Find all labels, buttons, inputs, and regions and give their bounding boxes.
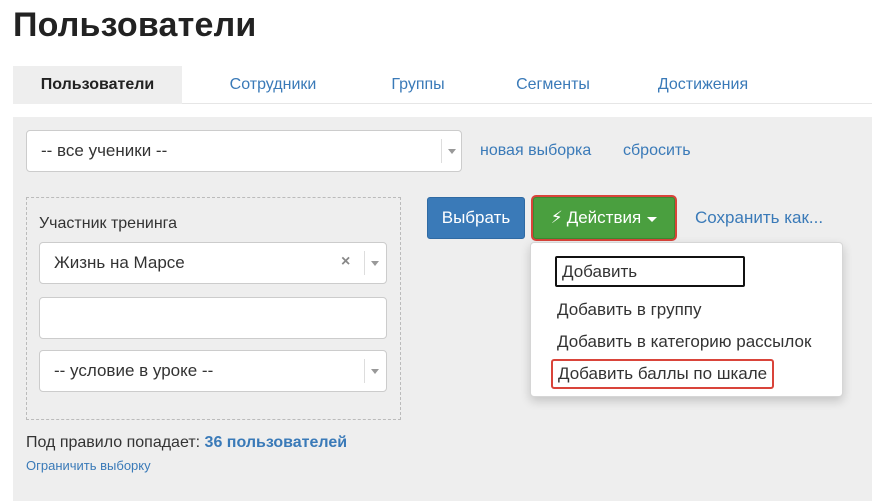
tab-bar: Пользователи Сотрудники Группы Сегменты … [13, 66, 872, 104]
menu-item-add-score-points[interactable]: Добавить баллы по шкале [551, 359, 775, 389]
chevron-down-icon [371, 261, 379, 266]
condition-select-value: -- условие в уроке -- [54, 361, 214, 380]
rule-match-count: 36 пользователей [204, 434, 348, 451]
condition-select[interactable]: -- условие в уроке -- [39, 350, 387, 392]
select-button[interactable]: Выбрать [427, 197, 525, 239]
chevron-down-icon [647, 216, 658, 222]
reset-link[interactable]: сбросить [623, 142, 691, 160]
tab-achievements[interactable]: Достижения [623, 66, 783, 104]
menu-item-add[interactable]: Добавить [555, 256, 745, 287]
tab-users[interactable]: Пользователи [13, 66, 182, 104]
rule-match-prefix: Под правило попадает: [26, 434, 201, 451]
audience-select-value: -- все ученики -- [41, 141, 168, 160]
clear-icon[interactable]: × [341, 253, 350, 271]
tab-staff[interactable]: Сотрудники [183, 66, 363, 104]
training-select-value: Жизнь на Марсе [54, 253, 185, 272]
chevron-down-icon [448, 149, 456, 154]
actions-button-label: Действия [566, 208, 642, 227]
tab-segments[interactable]: Сегменты [483, 66, 623, 104]
actions-button[interactable]: ⚡ Действия [533, 197, 675, 239]
menu-item-add-to-group[interactable]: Добавить в группу [544, 295, 714, 325]
limit-selection-link[interactable]: Ограничить выборку [26, 458, 151, 473]
rule-box: Участник тренинга Жизнь на Марсе × -- ус… [26, 197, 401, 420]
chevron-down-icon [371, 369, 379, 374]
lightning-icon: ⚡ [550, 208, 563, 227]
new-selection-link[interactable]: новая выборка [480, 142, 591, 160]
rule-text-input[interactable] [39, 297, 387, 339]
menu-item-add-to-mailing-category[interactable]: Добавить в категорию рассылок [544, 327, 824, 357]
audience-select[interactable]: -- все ученики -- [26, 130, 462, 172]
tab-groups[interactable]: Группы [363, 66, 473, 104]
select-divider [364, 359, 365, 383]
training-select[interactable]: Жизнь на Марсе × [39, 242, 387, 284]
save-as-link[interactable]: Сохранить как... [695, 208, 823, 228]
rule-match-summary: Под правило попадает: 36 пользователей [26, 434, 347, 452]
filter-panel: -- все ученики -- новая выборка сбросить… [13, 117, 872, 501]
actions-dropdown-menu: Добавить Добавить в группу Добавить в ка… [530, 242, 843, 397]
rule-label: Участник тренинга [39, 215, 178, 232]
select-divider [441, 139, 442, 163]
page-title: Пользователи [13, 6, 257, 44]
select-divider [364, 251, 365, 275]
